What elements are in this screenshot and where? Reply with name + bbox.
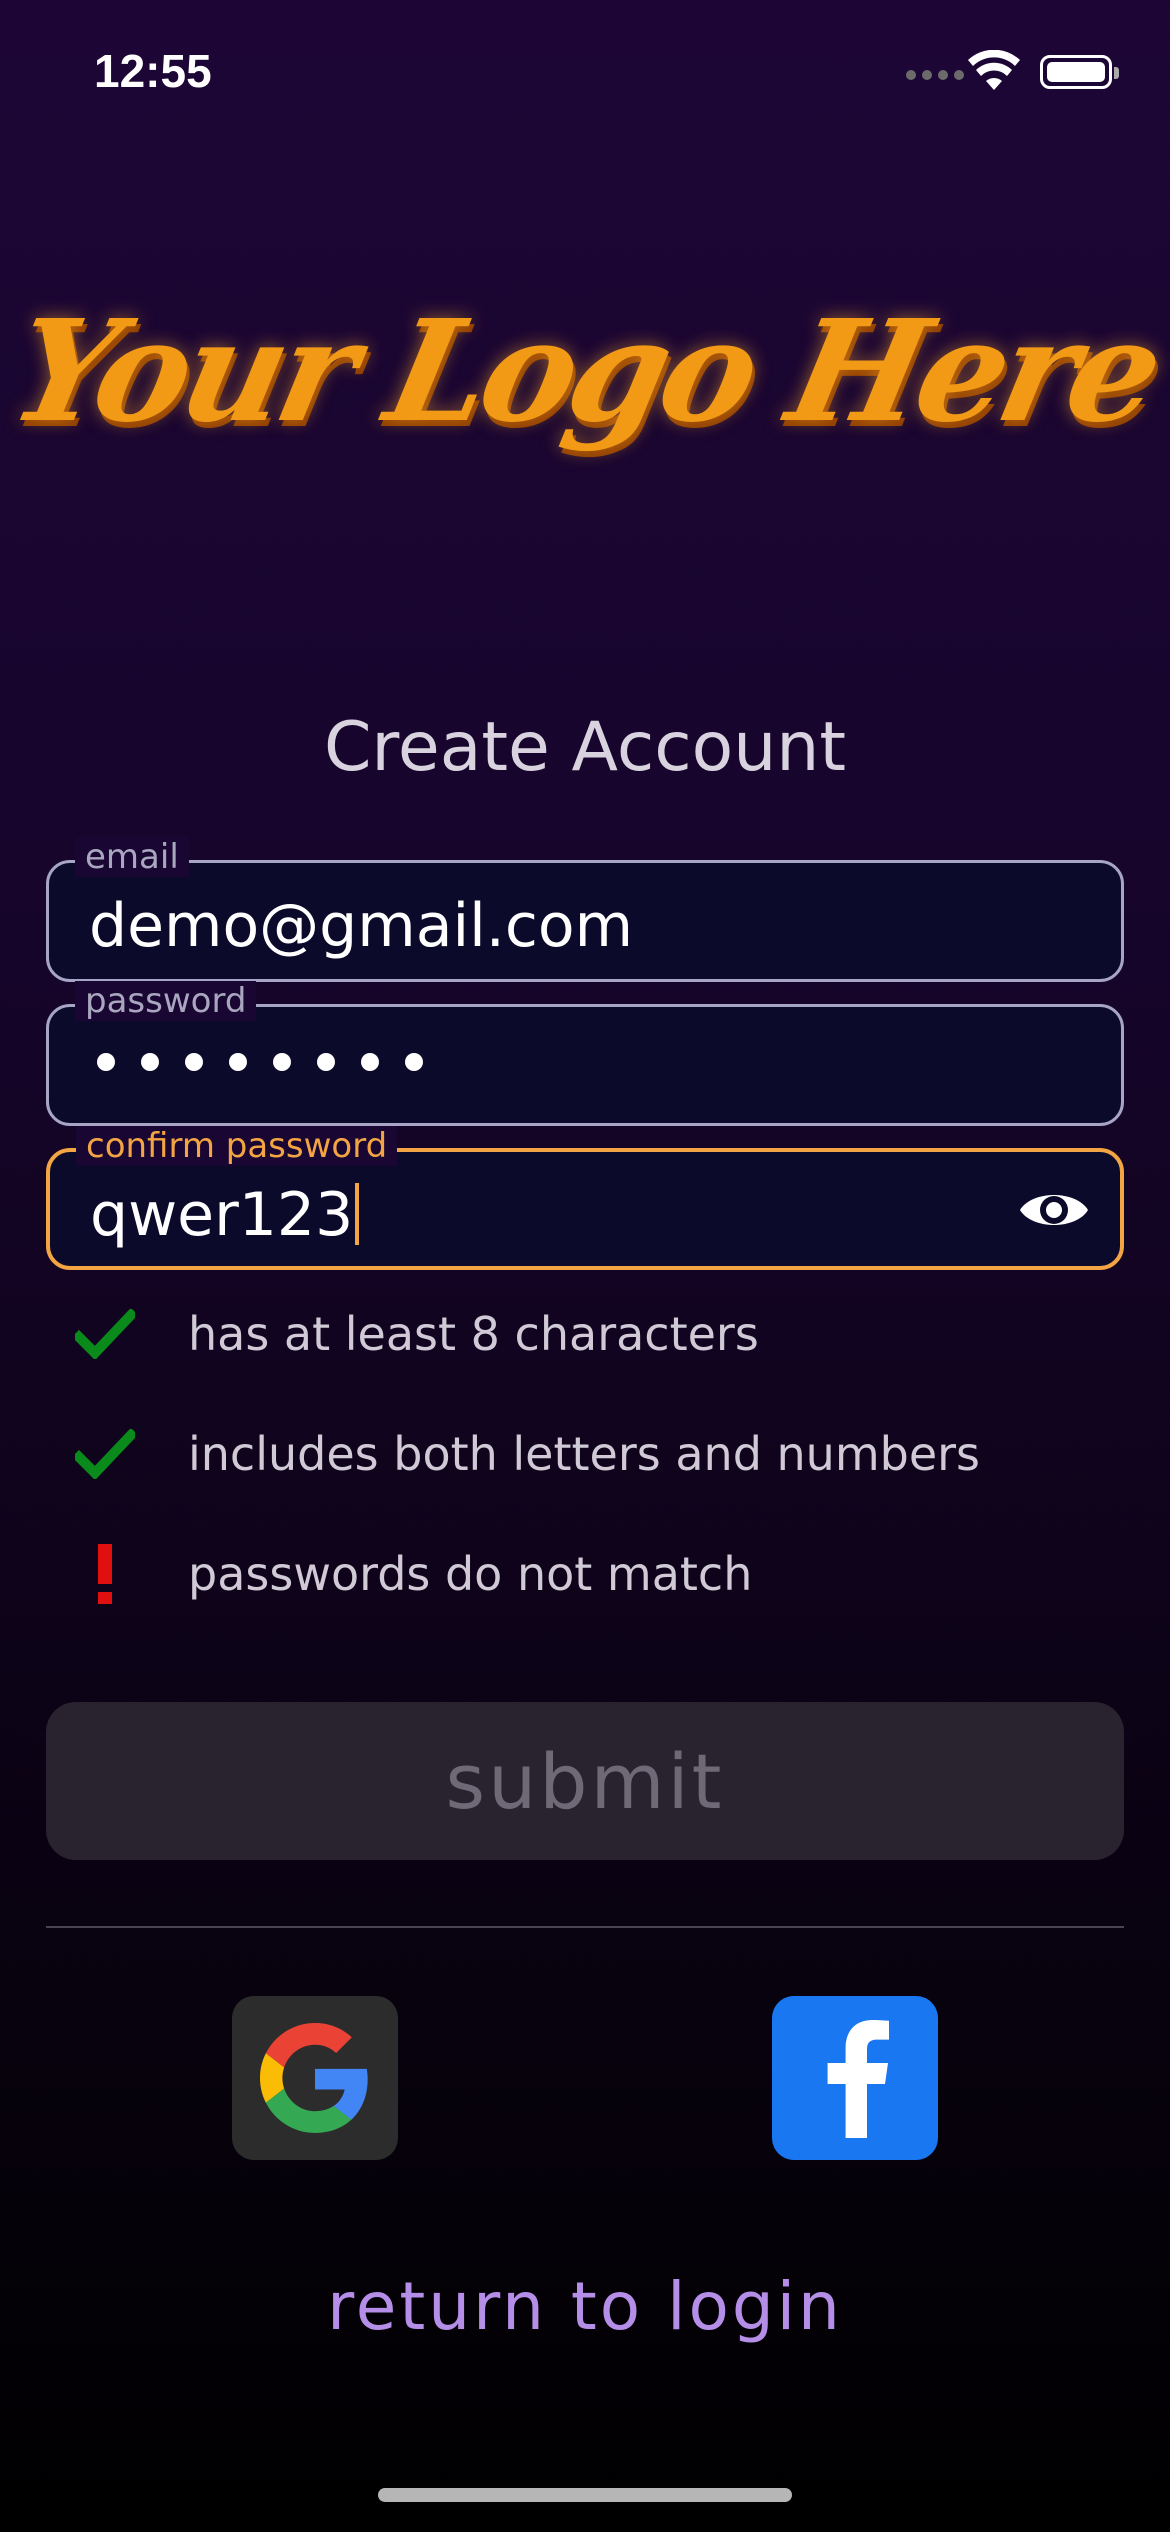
app-logo: Your Logo Here: [0, 290, 1170, 454]
password-dot: [273, 1053, 291, 1071]
email-value[interactable]: demo@gmail.com: [89, 891, 633, 961]
requirement-match: passwords do not match: [74, 1543, 752, 1605]
google-signin-button[interactable]: [232, 1996, 398, 2160]
password-label: password: [75, 981, 257, 1021]
password-dot: [97, 1053, 115, 1071]
battery-icon: [1040, 55, 1119, 89]
return-to-login-link[interactable]: return to login: [0, 2268, 1170, 2345]
exclamation-icon: [74, 1543, 136, 1605]
page-title: Create Account: [323, 708, 847, 787]
home-indicator: [378, 2488, 792, 2502]
password-dot: [317, 1053, 335, 1071]
text-cursor: [355, 1183, 360, 1245]
confirm-password-label: confirm password: [76, 1126, 398, 1166]
confirm-password-field[interactable]: confirm password qwer123: [46, 1126, 1124, 1270]
password-masked-value[interactable]: [97, 1053, 423, 1071]
confirm-password-text: qwer123: [90, 1180, 354, 1250]
password-dot: [361, 1053, 379, 1071]
check-icon: [74, 1423, 136, 1485]
password-field[interactable]: password: [46, 981, 1124, 1126]
password-dot: [229, 1053, 247, 1071]
facebook-signin-button[interactable]: [772, 1996, 938, 2160]
confirm-password-value[interactable]: qwer123: [90, 1180, 360, 1250]
submit-button[interactable]: submit: [46, 1702, 1124, 1860]
requirement-text: passwords do not match: [188, 1547, 753, 1601]
wifi-icon: [968, 50, 1020, 90]
password-dot: [141, 1053, 159, 1071]
check-icon: [74, 1303, 136, 1365]
password-dot: [185, 1053, 203, 1071]
requirement-length: has at least 8 characters: [74, 1303, 759, 1365]
requirement-text: has at least 8 characters: [188, 1307, 759, 1361]
logo-text: Your Logo Here: [0, 290, 1170, 454]
status-time: 12:55: [94, 45, 212, 97]
divider: [46, 1926, 1124, 1928]
requirement-text: includes both letters and numbers: [188, 1427, 981, 1481]
google-icon: [260, 2023, 368, 2133]
eye-icon[interactable]: [1018, 1182, 1090, 1238]
password-dot: [405, 1053, 423, 1071]
facebook-icon: [827, 2020, 889, 2138]
email-label: email: [75, 837, 189, 877]
cellular-signal-icon: [906, 70, 964, 80]
email-field[interactable]: email demo@gmail.com: [46, 837, 1124, 982]
requirement-letters-numbers: includes both letters and numbers: [74, 1423, 980, 1485]
status-bar: 12:55: [0, 0, 1170, 140]
